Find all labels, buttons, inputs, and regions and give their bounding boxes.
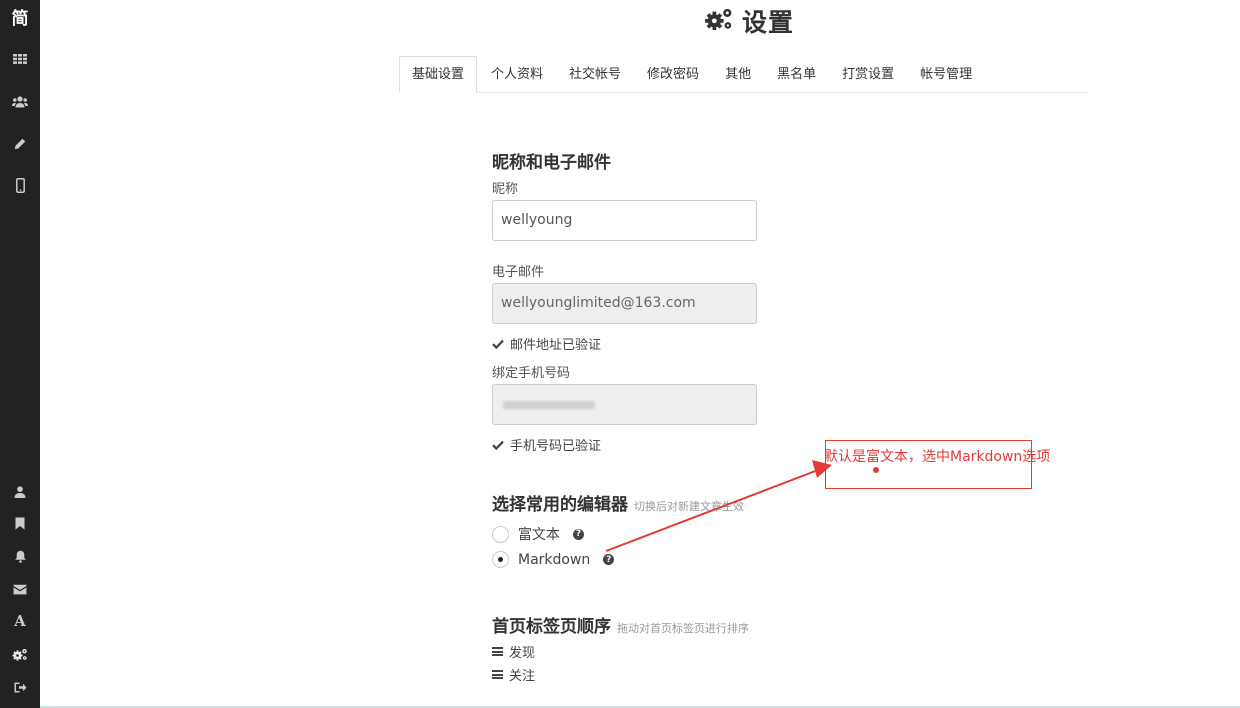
tab-social[interactable]: 社交帐号 <box>557 56 633 93</box>
taborder-item[interactable]: 关注 <box>492 665 535 684</box>
question-circle-icon[interactable]: ? <box>573 528 584 540</box>
bell-icon[interactable] <box>0 540 40 572</box>
markdown-label: Markdown <box>518 551 591 568</box>
gears-icon[interactable] <box>0 638 40 670</box>
email-verified-text: 邮件地址已验证 <box>510 338 602 353</box>
tab-basic[interactable]: 基础设置 <box>399 56 478 93</box>
question-circle-icon[interactable]: ? <box>603 554 615 565</box>
phone-verified: 手机号码已验证 <box>492 435 601 454</box>
grid-icon[interactable] <box>0 43 40 75</box>
settings-tabs: 基础设置 个人资料 社交帐号 修改密码 其他 黑名单 打赏设置 帐号管理 <box>399 56 1087 93</box>
email-input[interactable]: wellyounglimited@163.com <box>492 283 757 324</box>
editor-section-title: 选择常用的编辑器 切换后对新建文章生效 <box>492 490 744 515</box>
editor-option-markdown[interactable]: Markdown ? <box>492 551 615 568</box>
editor-hint: 切换后对新建文章生效 <box>634 500 744 513</box>
taborder-item[interactable]: 发现 <box>492 642 535 661</box>
tab-blacklist[interactable]: 黑名单 <box>765 56 828 93</box>
nickname-input[interactable]: wellyoung <box>492 200 757 241</box>
email-label: 电子邮件 <box>492 265 545 280</box>
user-icon[interactable] <box>0 476 40 508</box>
page-title: 设置 <box>704 3 794 39</box>
pencil-icon[interactable] <box>0 128 40 160</box>
annotation-arrow <box>605 460 832 552</box>
profile-section-title: 昵称和电子邮件 <box>492 153 611 173</box>
gears-icon <box>704 7 734 35</box>
radio-richtext[interactable] <box>492 525 509 543</box>
tab-other[interactable]: 其他 <box>713 56 763 93</box>
phone-verified-text: 手机号码已验证 <box>510 439 602 454</box>
check-icon <box>492 339 504 349</box>
users-icon[interactable] <box>0 86 40 118</box>
tab-reward[interactable]: 打赏设置 <box>830 56 906 93</box>
page-title-text: 设置 <box>742 8 795 37</box>
annotation-dot <box>873 467 879 473</box>
annotation-text: 默认是富文本，选中Markdown选项 <box>824 449 1051 465</box>
taborder-section-title: 首页标签页顺序 拖动对首页标签页进行排序 <box>492 612 749 637</box>
sidebar: 简 A <box>0 0 40 708</box>
envelope-icon[interactable] <box>0 573 40 605</box>
taborder-title-text: 首页标签页顺序 <box>492 617 611 637</box>
editor-title-text: 选择常用的编辑器 <box>492 495 628 515</box>
sign-out-icon[interactable] <box>0 671 40 703</box>
tab-account[interactable]: 帐号管理 <box>908 56 984 93</box>
mobile-icon[interactable] <box>0 169 40 201</box>
blurred-phone-number <box>503 401 595 409</box>
logo[interactable]: 简 <box>0 0 40 32</box>
phone-input[interactable] <box>492 384 757 425</box>
email-verified: 邮件地址已验证 <box>492 334 601 353</box>
richtext-label: 富文本 <box>518 527 560 543</box>
drag-handle-icon[interactable] <box>492 647 503 656</box>
taborder-hint: 拖动对首页标签页进行排序 <box>617 622 749 635</box>
tab-password[interactable]: 修改密码 <box>635 56 711 93</box>
check-icon <box>492 440 504 450</box>
drag-handle-icon[interactable] <box>492 670 503 679</box>
font-icon[interactable]: A <box>0 605 40 637</box>
taborder-item-label: 关注 <box>509 669 536 684</box>
radio-markdown[interactable] <box>492 551 509 568</box>
phone-label: 绑定手机号码 <box>492 366 571 381</box>
taborder-item-label: 发现 <box>509 646 536 661</box>
editor-option-richtext[interactable]: 富文本 ? <box>492 524 584 544</box>
nickname-label: 昵称 <box>492 182 519 197</box>
bookmark-icon[interactable] <box>0 507 40 539</box>
tab-profile[interactable]: 个人资料 <box>479 56 555 93</box>
